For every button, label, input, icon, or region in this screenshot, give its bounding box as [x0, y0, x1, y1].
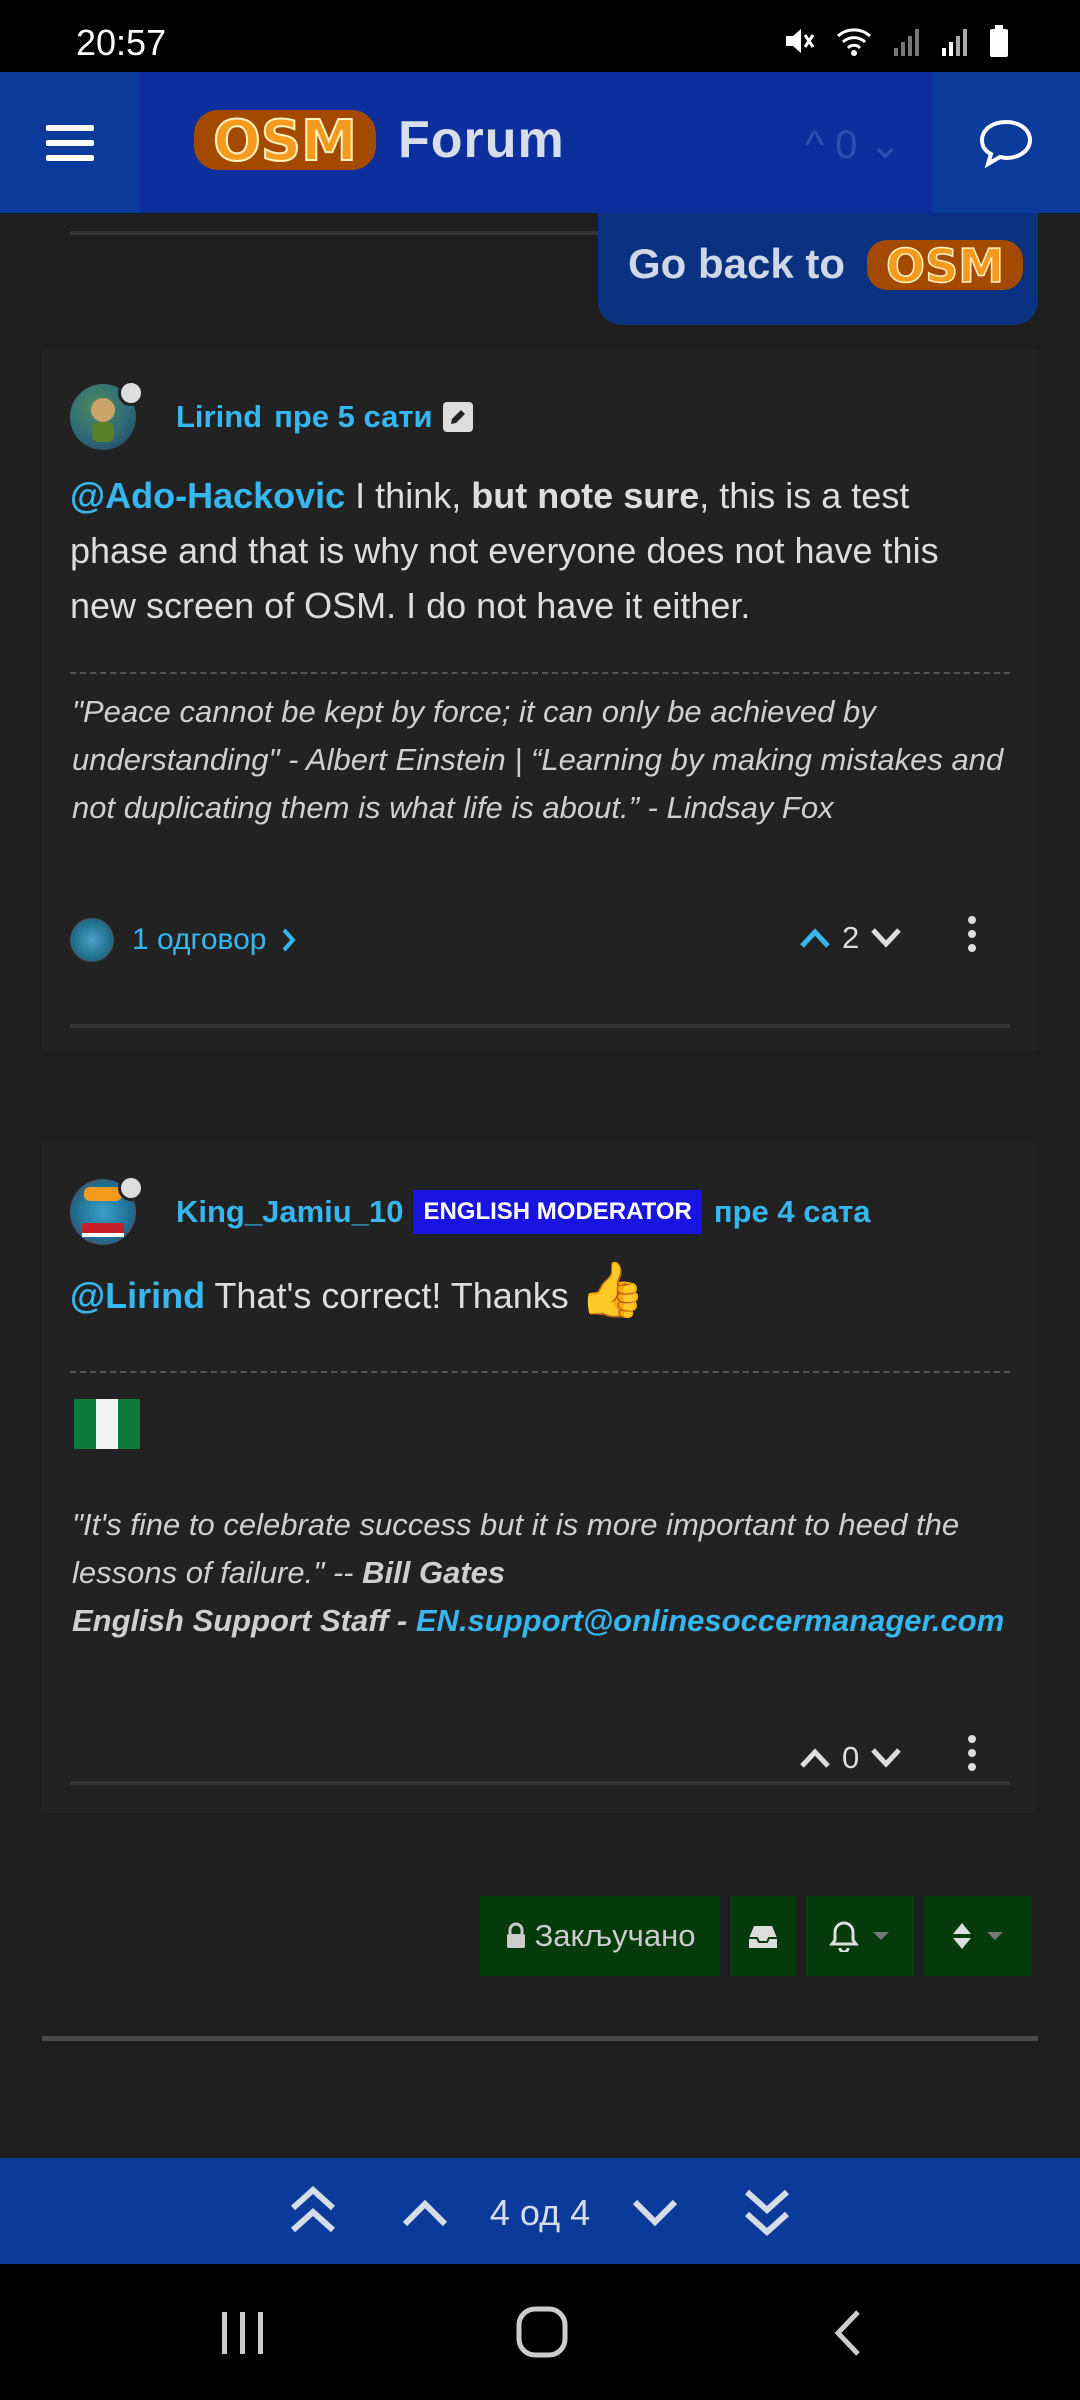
- osm-logo-small: OSM: [867, 238, 1024, 294]
- locked-button[interactable]: Закључано: [480, 1896, 720, 1976]
- presence-indicator: [118, 1175, 144, 1201]
- forum-title: Forum: [398, 111, 565, 169]
- header-ghost-votes: ^ 0 ⌄: [805, 123, 902, 167]
- hamburger-menu-button[interactable]: [0, 72, 140, 213]
- hamburger-icon: [46, 124, 94, 161]
- pagination-bar: 4 од 4: [0, 2158, 1080, 2264]
- upvote-icon[interactable]: [798, 926, 832, 950]
- post: Lirind пре 5 сати @Ado-Hackovic I think,…: [42, 350, 1036, 1050]
- signature: "Peace cannot be kept by force; it can o…: [72, 694, 1004, 825]
- go-back-label: Go back to: [628, 240, 846, 287]
- go-back-to-osm-button[interactable]: Go back to OSM: [598, 213, 1038, 325]
- post-options-icon[interactable]: [966, 1733, 978, 1773]
- user-mention[interactable]: @Ado-Hackovic: [70, 475, 345, 516]
- replies-count: 1 одговор: [132, 923, 267, 956]
- nigeria-flag-icon: [74, 1399, 140, 1449]
- locked-label: Закључано: [534, 1918, 696, 1953]
- mark-read-button[interactable]: [730, 1896, 796, 1976]
- replies-link[interactable]: 1 одговор: [70, 918, 297, 962]
- divider: [70, 231, 610, 235]
- caret-down-icon: [987, 1932, 1003, 1940]
- recent-apps-icon[interactable]: [218, 2310, 268, 2356]
- post-divider: [70, 1781, 1010, 1785]
- signature-divider: [70, 1371, 1010, 1373]
- next-page-icon[interactable]: [630, 2198, 680, 2228]
- post-header: Lirind пре 5 сати: [70, 380, 473, 450]
- back-icon[interactable]: [830, 2308, 864, 2358]
- topic-end-divider: [42, 2036, 1038, 2041]
- caret-down-icon: [873, 1932, 889, 1940]
- sort-dropdown-button[interactable]: [924, 1896, 1032, 1976]
- watch-dropdown-button[interactable]: [806, 1896, 914, 1976]
- presence-indicator: [118, 380, 144, 406]
- post-content: @Lirind That's correct! Thanks 👍: [70, 1260, 647, 1320]
- post-divider: [70, 1024, 1010, 1028]
- wifi-icon: [837, 28, 871, 56]
- signal-weak-icon: [894, 29, 919, 56]
- signal-icon: [942, 29, 967, 56]
- last-page-icon[interactable]: [742, 2186, 792, 2236]
- home-icon[interactable]: [516, 2306, 568, 2358]
- status-icons: [782, 24, 1010, 58]
- status-bar: 20:57: [0, 0, 1080, 72]
- post: King_Jamiu_10 ENGLISH MODERATOR пре 4 са…: [42, 1143, 1036, 1813]
- page-indicator[interactable]: 4 од 4: [0, 2192, 1080, 2234]
- mute-icon: [786, 29, 815, 53]
- signature: "It's fine to celebrate success but it i…: [72, 1507, 1005, 1638]
- avatar[interactable]: [70, 1175, 144, 1245]
- downvote-icon[interactable]: [869, 926, 903, 950]
- osm-logo: OSM: [190, 102, 380, 183]
- svg-text:OSM: OSM: [213, 109, 357, 174]
- avatar[interactable]: [70, 380, 144, 450]
- vote-count: 0: [842, 1740, 860, 1775]
- downvote-icon[interactable]: [869, 1746, 903, 1770]
- username[interactable]: Lirind: [176, 399, 262, 435]
- bell-icon: [829, 1921, 859, 1952]
- topic-tools: Закључано: [480, 1896, 1032, 1976]
- svg-text:OSM: OSM: [886, 239, 1004, 293]
- post-time[interactable]: пре 4 сата: [714, 1194, 871, 1230]
- moderator-badge: ENGLISH MODERATOR: [413, 1190, 702, 1234]
- user-mention[interactable]: @Lirind: [70, 1275, 205, 1316]
- post-time[interactable]: пре 5 сати: [274, 399, 432, 435]
- thumbs-up-emoji: 👍: [578, 1260, 647, 1320]
- post-options-icon[interactable]: [966, 914, 978, 954]
- lock-icon: [506, 1922, 525, 1948]
- vote-controls: 2: [798, 920, 903, 956]
- forum-header: OSM Forum ^ 0 ⌄: [0, 72, 1080, 213]
- upvote-icon[interactable]: [798, 1746, 832, 1770]
- reply-avatar: [70, 918, 114, 962]
- post-header: King_Jamiu_10 ENGLISH MODERATOR пре 4 са…: [70, 1175, 871, 1245]
- inbox-icon: [749, 1926, 777, 1948]
- chevron-right-icon: [282, 928, 296, 952]
- sort-icon: [953, 1923, 971, 1949]
- system-navigation-bar: [0, 2264, 1080, 2400]
- chat-bubble-icon: [979, 119, 1033, 168]
- signature-divider: [70, 672, 1010, 674]
- chat-button[interactable]: [932, 72, 1080, 213]
- post-content: @Ado-Hackovic I think, but note sure, th…: [70, 475, 939, 626]
- vote-controls: 0: [798, 1740, 903, 1776]
- username[interactable]: King_Jamiu_10: [176, 1194, 403, 1230]
- topic-content: Go back to OSM Lirind пре 5 сати @Ado-Ha…: [0, 213, 1080, 2158]
- edited-icon: [442, 402, 473, 432]
- status-time: 20:57: [76, 22, 167, 63]
- battery-icon: [990, 25, 1008, 57]
- support-email-link[interactable]: EN.support@onlinesoccermanager.com: [416, 1603, 1004, 1638]
- brand-home-link[interactable]: OSM Forum ^ 0 ⌄: [140, 72, 932, 213]
- vote-count: 2: [842, 920, 860, 955]
